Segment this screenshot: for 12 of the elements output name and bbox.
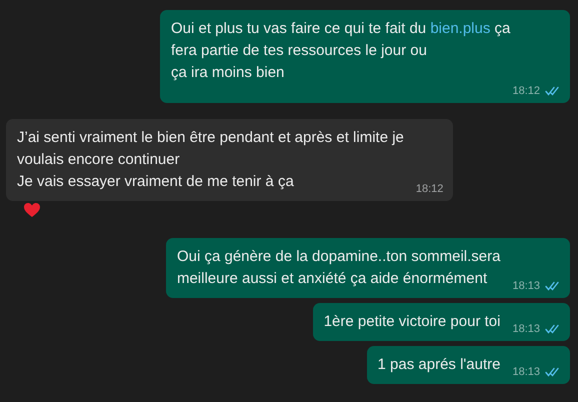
message-text: J’ai senti vraiment le bien être pendant et après et limite je voulais encore continuer Je vais essayer vraiment de me tenir à ça: [17, 128, 404, 192]
message-time: 18:12: [416, 182, 444, 196]
message-time: 18:13: [512, 322, 540, 336]
message-time: 18:13: [512, 279, 540, 293]
message-text: 1ère petite victoire pour toi: [324, 312, 500, 332]
message-time: 18:13: [512, 365, 540, 379]
message-text: Oui et plus tu vas faire ce qui te fait du bien.plus ça fera partie de tes ressources le jour ou ça ira moins bien: [171, 19, 510, 83]
message-link[interactable]: bien.plus: [430, 20, 490, 37]
message-time: 18:12: [512, 84, 540, 98]
message-text: 1 pas aprés l'autre: [378, 355, 500, 375]
heart-icon[interactable]: [23, 202, 41, 218]
message-text: Oui ça génère de la dopamine..ton sommeil.sera meilleure aussi et anxiété ça aide énormément: [176, 247, 500, 289]
